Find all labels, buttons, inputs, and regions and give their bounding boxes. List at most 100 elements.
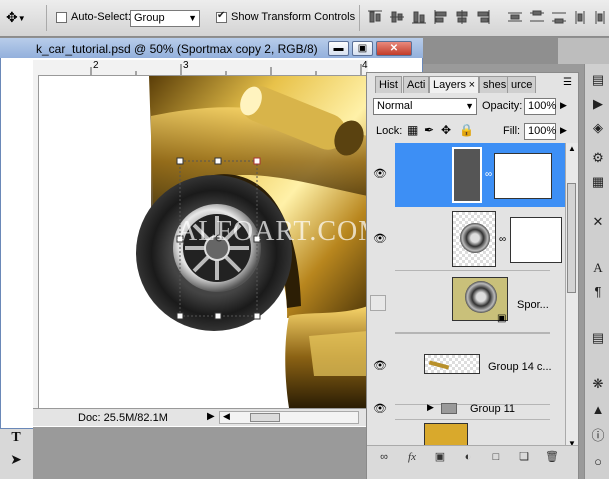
chain-link-icon[interactable]: ∞ [499, 234, 506, 245]
scroll-up-icon[interactable]: ▲ [568, 144, 576, 153]
separator [46, 5, 47, 31]
blend-mode-value: Normal [377, 100, 413, 112]
layers-list: 👁 ∞ 👁 ∞ ▣ Spor... 👁 Group 14 c... 👁 ▶ Gr… [367, 143, 565, 451]
notes-panel-icon[interactable]: ▤ [589, 330, 607, 346]
close-tab-icon[interactable]: × [469, 77, 475, 94]
brushes-panel-icon[interactable]: ○ [589, 454, 607, 470]
auto-select-dropdown[interactable]: Group ▼ [130, 10, 200, 27]
show-transform-label: Show Transform Controls [231, 11, 356, 23]
ruler-label: 4 [362, 60, 368, 71]
lock-position-icon[interactable]: ✥ [441, 123, 451, 137]
show-transform-checkbox[interactable] [216, 10, 227, 23]
separator [359, 5, 360, 31]
scroll-left-icon[interactable]: ◀ [223, 411, 230, 422]
opacity-input[interactable]: 100% [524, 98, 556, 115]
color-panel-icon[interactable]: ▤ [589, 72, 607, 88]
layer-name[interactable]: Group 14 c... [488, 361, 552, 373]
add-mask-icon[interactable]: ▣ [433, 450, 447, 464]
auto-select-value: Group [134, 12, 165, 24]
adjustments-panel-icon[interactable]: ⚙ [589, 150, 607, 166]
navigator-panel-icon[interactable]: ❋ [589, 376, 607, 392]
fill-input[interactable]: 100% [524, 123, 556, 140]
maximize-icon: ▣ [357, 43, 368, 54]
layer-thumbnail [452, 147, 482, 203]
type-tool-icon[interactable]: T [4, 428, 28, 448]
status-menu-arrow-icon[interactable]: ▶ [207, 411, 215, 422]
layers-panel: Hist Acti Layers × shes urce ☰ Normal ▼ … [366, 72, 579, 479]
align-buttons-icon[interactable] [368, 10, 609, 26]
scroll-thumb[interactable] [567, 183, 576, 293]
tab-actions[interactable]: Acti [403, 76, 430, 93]
image-canvas[interactable]: ALFOART.COM [39, 76, 368, 408]
character-panel-icon[interactable]: A [589, 260, 607, 276]
fill-arrow-icon[interactable]: ▶ [560, 125, 567, 136]
document-title: k_car_tutorial.psd @ 50% (Sportmax copy … [36, 42, 318, 56]
auto-select-label: Auto-Select: [71, 11, 131, 23]
tab-source[interactable]: urce [507, 76, 537, 93]
new-layer-icon[interactable]: ❏ [517, 450, 531, 464]
tab-layers[interactable]: Layers × [429, 76, 479, 93]
info-panel-icon[interactable]: ⓘ [589, 428, 607, 444]
scroll-thumb[interactable] [250, 413, 280, 422]
document-status-bar: Doc: 25.5M/82.1M ▶ ◀ [33, 408, 368, 426]
auto-select-checkbox[interactable] [56, 12, 67, 23]
doc-size-status: Doc: 25.5M/82.1M [78, 412, 168, 424]
tools-preset-icon[interactable]: ✕ [589, 214, 607, 230]
layers-panel-icon[interactable]: ◈ [589, 120, 607, 136]
folder-icon [441, 403, 457, 414]
fill-label: Fill: [503, 125, 521, 137]
watermark-text: ALFOART.COM [177, 216, 368, 247]
close-button[interactable]: ✕ [376, 41, 412, 56]
tab-brushes[interactable]: shes [479, 76, 511, 93]
opacity-label: Opacity: [482, 100, 523, 112]
layer-row-spacer [395, 333, 550, 334]
layer-style-icon[interactable]: fx [405, 450, 419, 464]
move-tool-preset-icon[interactable]: ✥▼ [6, 9, 40, 27]
lock-all-icon[interactable]: 🔒 [459, 123, 474, 137]
paragraph-panel-icon[interactable]: ¶ [589, 284, 607, 300]
tab-layers-label: Layers [433, 79, 467, 91]
horizontal-ruler: 2 3 4 [33, 60, 368, 76]
swatches-panel-icon[interactable]: ▶ [589, 96, 607, 112]
eye-icon[interactable]: 👁 [371, 402, 389, 416]
layer-thumb-wheel [465, 281, 497, 313]
layers-scrollbar[interactable]: ▲ ▼ [565, 143, 578, 451]
adjustment-layer-icon[interactable]: ◐ [461, 450, 475, 464]
fill-value: 100% [528, 125, 557, 137]
path-selection-tool-icon[interactable]: ➤ [4, 449, 28, 469]
panel-dock: ▤ ▶ ◈ ⚙ ▦ ✕ A ¶ ▤ ❋ ▲ ⓘ ○ [584, 64, 609, 479]
blend-mode-dropdown[interactable]: Normal ▼ [373, 98, 477, 115]
workspace-background [33, 427, 366, 479]
ruler-ticks [90, 64, 362, 75]
link-layers-icon[interactable]: ∞ [377, 450, 391, 464]
eye-icon[interactable]: 👁 [371, 359, 389, 373]
opacity-value: 100% [528, 100, 557, 112]
lock-transparency-icon[interactable]: ▦ [407, 123, 418, 137]
layer-row[interactable] [395, 419, 550, 420]
horizontal-scrollbar[interactable]: ◀ [219, 411, 359, 424]
new-group-icon[interactable]: □ [489, 450, 503, 464]
lock-pixels-icon[interactable]: ✒ [424, 123, 434, 137]
maximize-button[interactable]: ▣ [352, 41, 373, 56]
layer-name[interactable]: Spor... [517, 299, 549, 311]
chain-link-icon[interactable]: ∞ [485, 169, 492, 180]
panel-menu-icon[interactable]: ☰ [563, 77, 572, 88]
histogram-panel-icon[interactable]: ▲ [589, 402, 607, 418]
chevron-down-icon: ▼ [188, 13, 197, 23]
dock-collapse-bar[interactable] [558, 38, 609, 64]
smart-object-icon: ▣ [497, 313, 507, 324]
masks-panel-icon[interactable]: ▦ [589, 174, 607, 190]
group-expand-icon[interactable]: ▶ [427, 402, 434, 413]
tab-history[interactable]: Hist [375, 76, 402, 93]
eye-icon[interactable]: 👁 [371, 232, 389, 246]
minimize-button[interactable]: ▬ [328, 41, 349, 56]
eye-icon[interactable]: 👁 [371, 167, 389, 181]
ruler-label: 3 [183, 60, 189, 71]
close-icon: ✕ [389, 43, 399, 54]
opacity-arrow-icon[interactable]: ▶ [560, 100, 567, 111]
layer-name[interactable]: Group 11 [470, 403, 515, 415]
delete-layer-icon[interactable]: 🗑 [545, 450, 559, 464]
minimize-icon: ▬ [333, 43, 344, 54]
document-title-bar[interactable]: k_car_tutorial.psd @ 50% (Sportmax copy … [0, 38, 423, 58]
visibility-toggle-empty[interactable] [370, 295, 386, 311]
